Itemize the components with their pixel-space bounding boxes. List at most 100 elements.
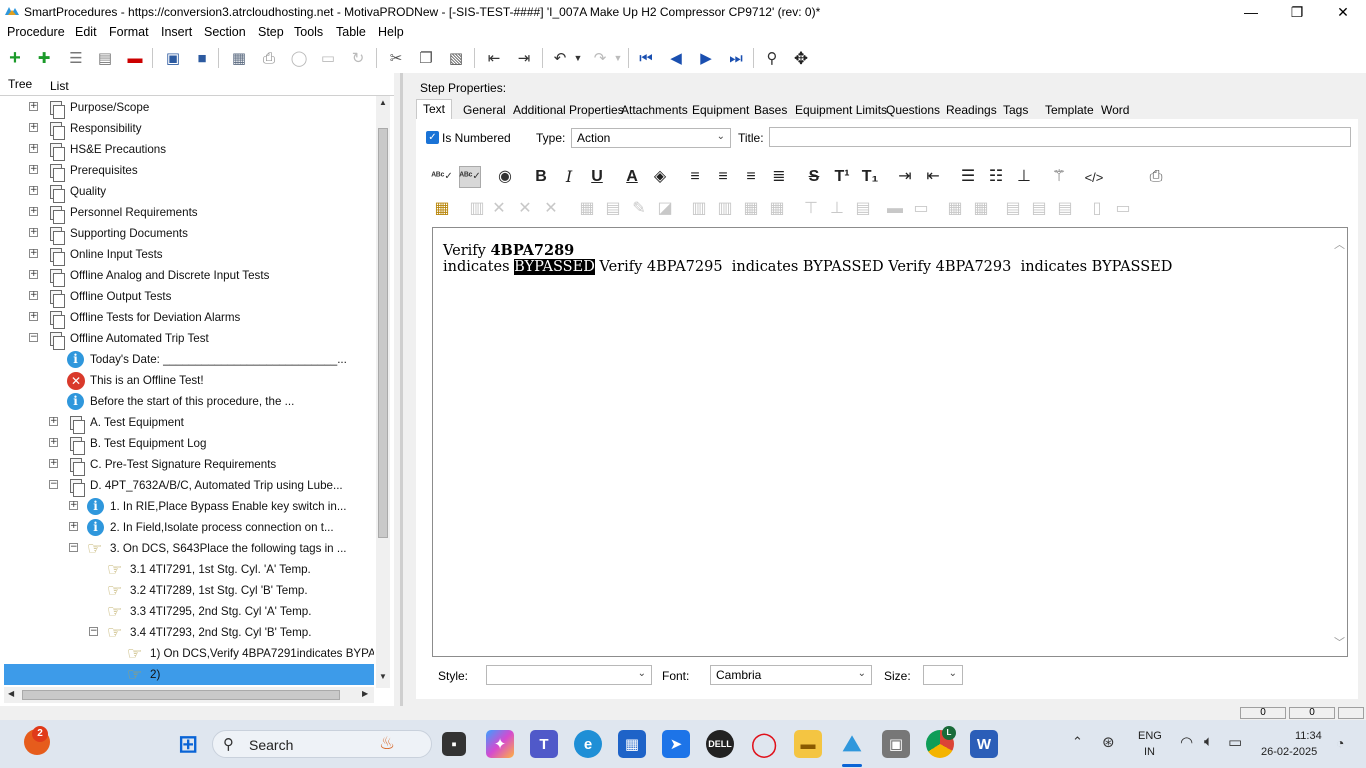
html-source-icon[interactable]: </>	[1083, 166, 1105, 188]
tree-node[interactable]: − D. 4PT_7632A/B/C, Automated Trip using …	[0, 475, 374, 497]
language-bottom[interactable]: IN	[1144, 746, 1155, 758]
menu-insert[interactable]: Insert	[161, 25, 192, 39]
tree-node[interactable]: ☞ 2)	[4, 664, 374, 685]
taskbar-search-box[interactable]: ⚲ Search ♨	[212, 730, 432, 758]
expand-icon[interactable]: +	[29, 165, 38, 174]
tree-node[interactable]: + Purpose/Scope	[0, 97, 374, 119]
italic-icon[interactable]: I	[558, 166, 580, 188]
strikethrough-icon[interactable]: S	[803, 166, 825, 188]
copy-icon[interactable]: ❐	[416, 49, 436, 67]
store-icon[interactable]: ▦	[618, 730, 646, 758]
menu-format[interactable]: Format	[109, 25, 149, 39]
move-icon[interactable]: ✥	[791, 49, 811, 67]
tab-readings[interactable]: Readings	[946, 103, 997, 117]
copilot-icon[interactable]: ✦	[486, 730, 514, 758]
expand-icon[interactable]: +	[29, 186, 38, 195]
delete-row-icon[interactable]: ▬	[884, 198, 906, 220]
expand-icon[interactable]: +	[29, 270, 38, 279]
file-explorer-icon[interactable]: ▬	[794, 730, 822, 758]
title-input[interactable]	[769, 127, 1351, 147]
table-props-icon[interactable]: ▦	[576, 198, 598, 220]
menu-help[interactable]: Help	[378, 25, 404, 39]
cell-align-icon[interactable]: ▦	[944, 198, 966, 220]
editor-scroll-down-icon[interactable]: ﹀	[1334, 634, 1345, 650]
tree-node[interactable]: + i 1. In RIE,Place Bypass Enable key swit…	[0, 496, 374, 517]
tree-node[interactable]: + Personnel Requirements	[0, 202, 374, 224]
undo-dropdown-icon[interactable]: ▼	[568, 49, 588, 67]
clock-time[interactable]: 11:34	[1295, 730, 1322, 742]
step-text-editor[interactable]: Verify 4BPA7289 indicates BYPASSED Verif…	[432, 227, 1348, 657]
print-preview-icon[interactable]: ⎙	[1145, 166, 1167, 188]
next-icon[interactable]: ▶	[696, 49, 716, 67]
tree-node[interactable]: + Prerequisites	[0, 160, 374, 182]
expand-icon[interactable]: +	[29, 291, 38, 300]
collapse-icon[interactable]: −	[69, 543, 78, 552]
increase-indent-icon[interactable]: ⇥	[894, 166, 916, 188]
close-button[interactable]: ✕	[1320, 0, 1366, 24]
spellcheck-auto-icon[interactable]: ᴬᴮᶜ✓	[459, 166, 481, 188]
tree-node[interactable]: + A. Test Equipment	[0, 412, 374, 434]
tab-general[interactable]: General	[463, 103, 506, 117]
expand-icon[interactable]: +	[29, 228, 38, 237]
tab-equipment[interactable]: Equipment	[692, 103, 749, 117]
insert-col-left-icon[interactable]: ▥	[688, 198, 710, 220]
insert-table-icon[interactable]: ▦	[431, 198, 453, 220]
tree-node[interactable]: ☞ 3.1 4TI7291, 1st Stg. Cyl. 'A' Temp.	[0, 559, 374, 580]
row-height-icon[interactable]: ▭	[1112, 198, 1134, 220]
tree-node[interactable]: − Offline Automated Trip Test	[0, 328, 374, 350]
tree-node[interactable]: − ☞ 3. On DCS, S643Place the following tag…	[0, 538, 374, 559]
subscript-icon[interactable]: T₁	[859, 166, 881, 188]
tree-horizontal-scrollbar[interactable]: ◀ ▶	[4, 687, 374, 703]
insert-row-below-icon[interactable]: ⊥	[826, 198, 848, 220]
decrease-indent-icon[interactable]: ⇤	[922, 166, 944, 188]
table-delete-col-icon[interactable]: ✕	[514, 198, 536, 220]
menu-step[interactable]: Step	[258, 25, 284, 39]
circle-icon[interactable]: ◯	[289, 49, 309, 67]
tree-node[interactable]: + B. Test Equipment Log	[0, 433, 374, 455]
print-icon[interactable]: ⎙	[259, 49, 279, 67]
tree-node[interactable]: i Today's Date: _________________________…	[0, 349, 374, 370]
scroll-down-icon[interactable]: ▼	[379, 672, 387, 681]
insert-row-above-icon[interactable]: ⊤	[800, 198, 822, 220]
size-select[interactable]: ⌄	[923, 665, 963, 685]
tab-text[interactable]: Text	[416, 99, 453, 119]
tab-attachments[interactable]: Attachments	[621, 103, 688, 117]
tab-additional-properties[interactable]: Additional Properties	[513, 103, 624, 117]
tree-node[interactable]: + Offline Output Tests	[0, 286, 374, 308]
tree-node[interactable]: − ☞ 3.4 4TI7293, 2nd Stg. Cyl 'B' Temp.	[0, 622, 374, 643]
tree-node[interactable]: ☞ 3.3 4TI7295, 2nd Stg. Cyl 'A' Temp.	[0, 601, 374, 622]
align-right-icon[interactable]: ≡	[740, 166, 762, 188]
expand-icon[interactable]: +	[29, 249, 38, 258]
tab-equipment-limits[interactable]: Equipment Limits	[795, 103, 887, 117]
network-meter-icon[interactable]: ⊛	[1102, 733, 1115, 751]
dell-icon[interactable]: DELL	[706, 730, 734, 758]
battery-icon[interactable]: ▭	[1228, 733, 1242, 751]
bullet-list-icon[interactable]: ☰	[957, 166, 979, 188]
menu-table[interactable]: Table	[336, 25, 366, 39]
merge-cells-icon[interactable]: ▦	[740, 198, 762, 220]
highlight-icon[interactable]: ◈	[649, 166, 671, 188]
scroll-up-icon[interactable]: ▲	[379, 98, 387, 107]
redo-icon[interactable]: ↷	[590, 49, 610, 67]
arrow-app-icon[interactable]: ➤	[662, 730, 690, 758]
style-select[interactable]: ⌄	[486, 665, 652, 685]
add-child-icon[interactable]: ✚	[34, 49, 54, 67]
cell-right-icon[interactable]: ▤	[1054, 198, 1076, 220]
list-alt-icon[interactable]: ▤	[95, 49, 115, 67]
insert-col-right-icon[interactable]: ▥	[714, 198, 736, 220]
tab-bases[interactable]: Bases	[754, 103, 787, 117]
is-numbered-checkbox[interactable]: ✓	[426, 131, 439, 144]
tab-template[interactable]: Template	[1045, 103, 1094, 117]
bold-icon[interactable]: B	[530, 166, 552, 188]
teams-icon[interactable]: T	[530, 730, 558, 758]
collapse-icon[interactable]: −	[89, 627, 98, 636]
tree-node[interactable]: + Online Input Tests	[0, 244, 374, 266]
tree-node[interactable]: + Offline Analog and Discrete Input Tests	[0, 265, 374, 287]
align-center-icon[interactable]: ≡	[712, 166, 734, 188]
superscript-icon[interactable]: T¹	[831, 166, 853, 188]
first-icon[interactable]: ⏮	[636, 49, 656, 67]
table-delete-cell-icon[interactable]: ✕	[540, 198, 562, 220]
remove-icon[interactable]: ▬	[125, 49, 145, 67]
expand-icon[interactable]: +	[29, 312, 38, 321]
menu-procedure[interactable]: Procedure	[7, 25, 65, 39]
